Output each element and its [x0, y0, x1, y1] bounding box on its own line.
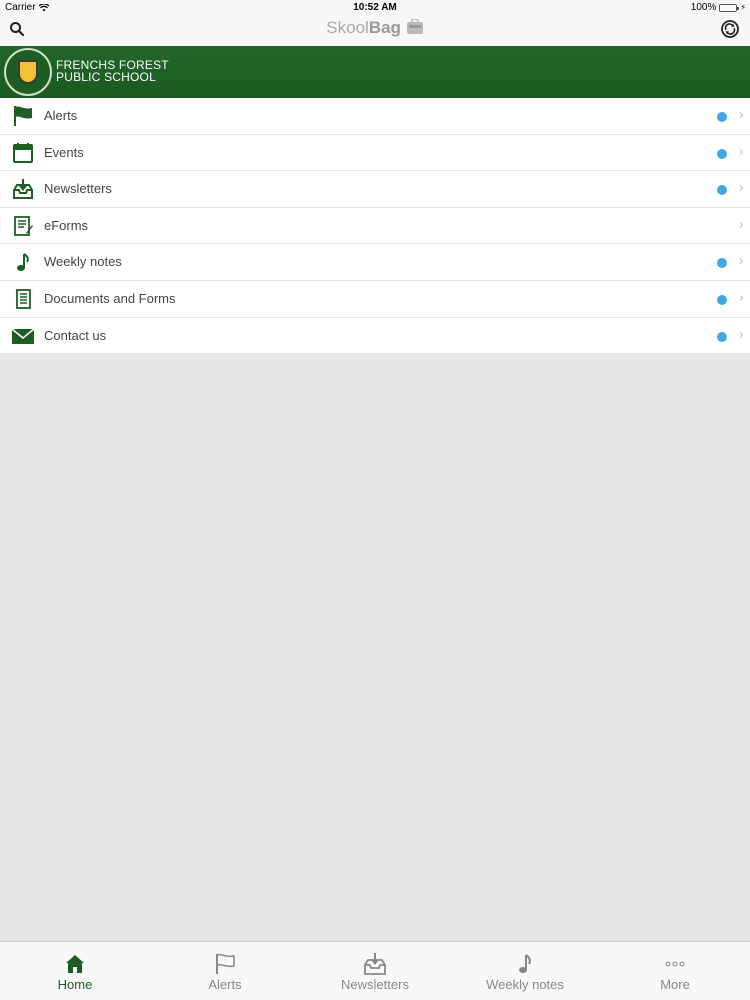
tab-label: More	[660, 977, 690, 992]
menu-item-alerts[interactable]: Alerts ›	[0, 98, 750, 135]
chevron-right-icon: ›	[738, 217, 744, 233]
unread-dot	[717, 148, 727, 159]
flag-icon	[216, 953, 235, 974]
menu-item-label: Newsletters	[44, 181, 112, 197]
app-logo: SkoolBag	[0, 18, 750, 38]
menu-item-label: Events	[44, 144, 84, 160]
school-name-line2: PUBLIC SCHOOL	[56, 70, 156, 84]
envelope-icon	[12, 327, 34, 344]
menu-item-label: Documents and Forms	[44, 290, 176, 306]
tab-newsletters[interactable]: Newsletters	[300, 942, 450, 1000]
music-note-icon	[17, 253, 29, 272]
tab-bar: Home Alerts Newsletters Weekly notes Mor…	[0, 941, 750, 1000]
menu-item-label: eForms	[44, 217, 89, 233]
tab-alerts[interactable]: Alerts	[150, 942, 300, 1000]
school-banner: FRENCHS FOREST PUBLIC SCHOOL	[0, 46, 750, 98]
brand-bold: Bag	[368, 18, 401, 37]
menu-item-weekly-notes[interactable]: Weekly notes ›	[0, 244, 750, 281]
home-icon	[66, 955, 84, 973]
tab-label: Weekly notes	[486, 977, 564, 992]
tab-label: Newsletters	[341, 977, 409, 992]
charging-icon: ⚡	[740, 3, 746, 12]
tab-more[interactable]: More	[600, 942, 750, 1000]
tab-home[interactable]: Home	[0, 942, 150, 1000]
music-note-icon	[519, 954, 531, 973]
school-bag-icon	[406, 18, 423, 34]
menu-item-events[interactable]: Events ›	[0, 134, 750, 172]
unread-dot	[717, 112, 727, 122]
battery-percent: 100%	[690, 2, 717, 13]
chevron-right-icon: ›	[738, 327, 744, 343]
inbox-download-icon	[13, 179, 33, 200]
chevron-right-icon: ›	[738, 144, 744, 160]
chevron-right-icon: ›	[738, 290, 744, 306]
document-icon	[16, 289, 31, 309]
tab-label: Home	[57, 977, 93, 992]
school-name: FRENCHS FOREST PUBLIC SCHOOL	[56, 59, 169, 83]
unread-dot	[717, 294, 727, 305]
sync-icon[interactable]	[720, 19, 740, 39]
tab-label: Alerts	[208, 977, 242, 992]
menu-item-label: Weekly notes	[44, 254, 122, 270]
tab-weekly-notes[interactable]: Weekly notes	[450, 942, 600, 1000]
menu-item-documents-and-forms[interactable]: Documents and Forms ›	[0, 280, 750, 318]
calendar-icon	[13, 142, 33, 163]
chevron-right-icon: ›	[738, 181, 744, 197]
clock: 10:52 AM	[353, 2, 397, 13]
menu-item-label: Alerts	[44, 108, 78, 123]
status-bar: Carrier 10:52 AM 100% ⚡	[0, 0, 750, 15]
unread-dot	[717, 331, 727, 342]
chevron-right-icon: ›	[738, 254, 744, 270]
school-crest-icon	[4, 48, 52, 96]
form-icon	[14, 215, 33, 236]
brand-light: Skool	[326, 18, 369, 37]
menu-item-contact-us[interactable]: Contact us ›	[0, 317, 750, 355]
inbox-download-icon	[364, 953, 386, 975]
nav-bar: SkoolBag	[0, 15, 750, 46]
menu-item-label: Contact us	[44, 327, 107, 343]
main-menu: Alerts › Events › Newsletters › eForms ›…	[0, 98, 750, 355]
flag-icon	[14, 106, 32, 126]
more-dots-icon	[665, 961, 685, 967]
unread-dot	[717, 185, 727, 196]
menu-item-newsletters[interactable]: Newsletters ›	[0, 171, 750, 208]
menu-item-eforms[interactable]: eForms ›	[0, 207, 750, 245]
chevron-right-icon: ›	[738, 108, 744, 123]
unread-dot	[717, 258, 727, 269]
battery-status: 100% ⚡	[691, 2, 746, 13]
battery-icon	[719, 3, 740, 12]
